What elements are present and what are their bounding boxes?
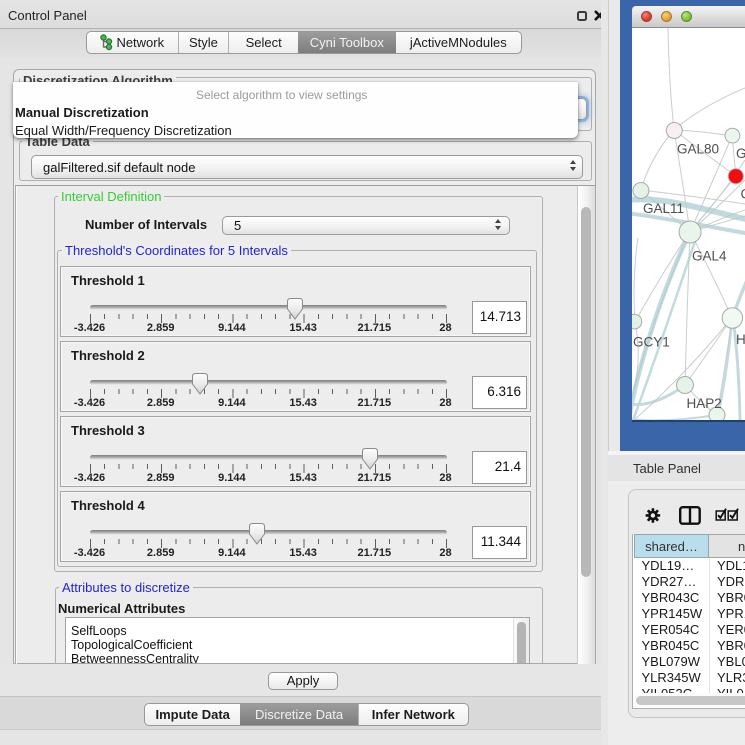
svg-text:GCY1: GCY1 — [633, 335, 670, 350]
svg-text:GA: GA — [736, 146, 745, 161]
svg-text:GAL4: GAL4 — [692, 249, 727, 264]
svg-text:HAP2: HAP2 — [687, 396, 722, 411]
svg-text:GAL11: GAL11 — [643, 201, 684, 216]
svg-text:H: H — [736, 332, 745, 347]
svg-text:GAL80: GAL80 — [677, 142, 719, 157]
svg-text:C: C — [741, 187, 745, 202]
